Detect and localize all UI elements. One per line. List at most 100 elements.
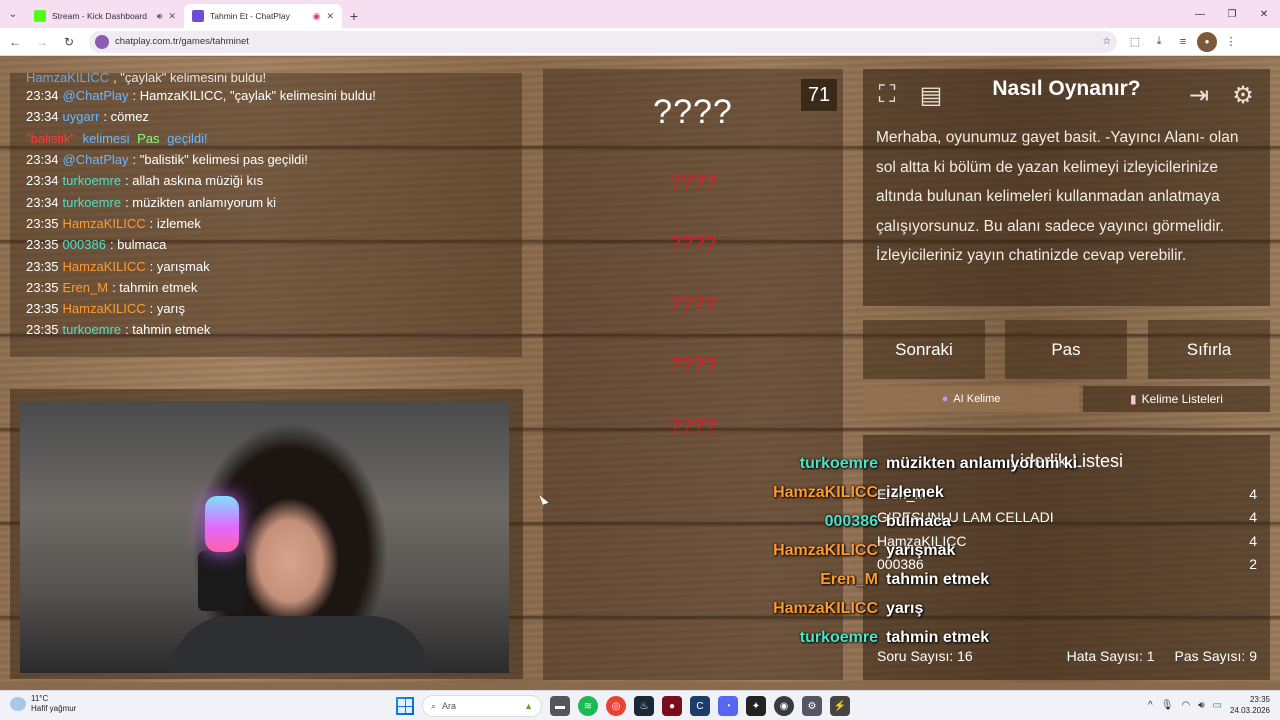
game-page: HamzaKILICC , "çaylak" kelimesini buldu! 2… bbox=[0, 57, 1280, 682]
chat-message: 23:35 Eren_M: tahmin etmek bbox=[26, 277, 506, 298]
chat-username[interactable]: @ChatPlay bbox=[63, 88, 129, 103]
close-tab-icon[interactable]: ✕ bbox=[168, 11, 176, 22]
taskbar-clock[interactable]: 23:35 24.03.2026 bbox=[1230, 694, 1270, 716]
close-window-icon[interactable]: ✕ bbox=[1248, 0, 1280, 28]
webcam-person-shirt bbox=[170, 616, 430, 673]
tab-kick-dashboard[interactable]: Stream - Kick Dashboard 🔊︎ ✕ bbox=[26, 4, 184, 28]
app-dark-icon[interactable]: ✦ bbox=[746, 696, 766, 716]
battery-icon[interactable]: ▭ bbox=[1213, 700, 1222, 711]
word-lists-label: Kelime Listeleri bbox=[1141, 392, 1223, 406]
pass-button[interactable]: Pas bbox=[1005, 320, 1127, 379]
steam-icon[interactable]: ♨ bbox=[634, 696, 654, 716]
taboo-word: ???? bbox=[669, 171, 717, 194]
chat-text: : izlemek bbox=[149, 215, 201, 231]
app-c-icon[interactable]: C bbox=[690, 696, 710, 716]
extensions-icon[interactable]: ⬚ bbox=[1125, 32, 1145, 52]
chat-username[interactable]: uygarr bbox=[63, 109, 100, 124]
chrome-icon[interactable]: ◎ bbox=[606, 696, 626, 716]
word-lists-button[interactable]: ▮ Kelime Listeleri bbox=[1083, 386, 1270, 412]
player-score: 4 bbox=[1249, 486, 1257, 502]
tray-chevron-icon[interactable]: ^ bbox=[1148, 700, 1153, 711]
chat-text: : tahmin etmek bbox=[125, 322, 211, 338]
chat-username[interactable]: HamzaKILICC bbox=[63, 301, 146, 316]
chat-username[interactable]: turkoemre bbox=[63, 195, 122, 210]
weather-widget[interactable]: 11°C Hafif yağmur bbox=[10, 694, 76, 714]
recorder-icon[interactable]: ● bbox=[662, 696, 682, 716]
reload-icon[interactable]: ↻ bbox=[57, 30, 81, 54]
minimize-icon[interactable]: — bbox=[1184, 0, 1216, 28]
site-info-icon[interactable] bbox=[95, 34, 109, 49]
ai-word-button[interactable]: ● AI Kelime bbox=[863, 386, 1079, 412]
question-count: Soru Sayısı: 16 bbox=[877, 648, 973, 664]
speaker-icon[interactable]: 🔊︎ bbox=[157, 11, 163, 22]
chat-timestamp: 23:34 bbox=[26, 109, 59, 125]
chat-text: , "çaylak" kelimesini buldu! bbox=[113, 73, 267, 85]
chat-timestamp: 23:35 bbox=[26, 301, 59, 317]
chat-timestamp: 23:34 bbox=[26, 152, 59, 168]
spotify-icon[interactable]: ≋ bbox=[578, 696, 598, 716]
app-misc-icon[interactable]: ⚡ bbox=[830, 696, 850, 716]
chat-text: geçildi! bbox=[163, 130, 208, 146]
chat-message: 23:34 @ChatPlay: "balistik" kelimesi pas … bbox=[26, 149, 506, 170]
maximize-icon[interactable]: ❐ bbox=[1216, 0, 1248, 28]
taboo-word: ???? bbox=[669, 415, 717, 438]
weather-temp: 11°C bbox=[31, 694, 49, 703]
profile-avatar[interactable]: ● bbox=[1197, 31, 1217, 52]
app-gear-icon[interactable]: ⚙ bbox=[802, 696, 822, 716]
weather-desc: Hafif yağmur bbox=[31, 704, 77, 713]
player-score: 4 bbox=[1249, 533, 1257, 549]
search-icon: ⌕ bbox=[431, 700, 437, 711]
chat-username[interactable]: @ChatPlay bbox=[63, 152, 129, 167]
chat-text: : tahmin etmek bbox=[112, 279, 198, 295]
chat-username[interactable]: HamzaKILICC bbox=[26, 73, 109, 85]
chat-username[interactable]: 000386 bbox=[63, 237, 106, 252]
chat-username[interactable]: Eren_M bbox=[63, 280, 109, 295]
taskbar-search[interactable]: ⌕ Ara ▲ bbox=[422, 695, 542, 717]
tab-chatplay[interactable]: Tahmin Et - ChatPlay ◉ ✕ bbox=[184, 4, 342, 28]
windows-taskbar: 11°C Hafif yağmur ⌕ Ara ▲ ▬ ≋ ◎ ♨ ● C ◔ … bbox=[0, 690, 1280, 720]
close-tab-icon[interactable]: ✕ bbox=[326, 11, 334, 22]
browser-tab-strip: ⌄ Stream - Kick Dashboard 🔊︎ ✕ Tahmin Et… bbox=[0, 0, 1280, 28]
chat-username[interactable]: turkoemre bbox=[63, 322, 122, 337]
chat-text: : yarış bbox=[149, 301, 186, 317]
next-button[interactable]: Sonraki bbox=[863, 320, 985, 379]
wifi-icon[interactable]: ◠ bbox=[1181, 700, 1190, 711]
chat-panel[interactable]: HamzaKILICC , "çaylak" kelimesini buldu! 2… bbox=[10, 73, 522, 357]
volume-icon[interactable]: 🔊︎ bbox=[1198, 700, 1204, 711]
url-text[interactable]: chatplay.com.tr/games/tahminet bbox=[115, 36, 1096, 47]
document-icon: ▮ bbox=[1130, 392, 1137, 406]
webcam-rgb-light bbox=[205, 496, 239, 552]
chat-text: : allah askına müziği kıs bbox=[125, 173, 264, 189]
chat-username[interactable]: "balistik" bbox=[26, 131, 75, 146]
tab-search-chevron-icon[interactable]: ⌄ bbox=[0, 0, 26, 28]
forward-arrow-icon[interactable]: → bbox=[30, 30, 54, 54]
ai-word-label: AI Kelime bbox=[953, 393, 1001, 405]
pass-count: Pas Sayısı: 9 bbox=[1174, 648, 1257, 664]
gear-icon[interactable]: ⚙ bbox=[1227, 79, 1259, 111]
taskbar-search-label: Ara bbox=[442, 701, 457, 711]
bookmark-star-icon[interactable]: ☆ bbox=[1102, 36, 1111, 47]
media-controls-icon[interactable]: ≡ bbox=[1173, 32, 1193, 52]
chat-text: : yarışmak bbox=[149, 258, 210, 274]
chat-username[interactable]: HamzaKILICC bbox=[63, 259, 146, 274]
back-arrow-icon[interactable]: ← bbox=[3, 30, 27, 54]
overlay-chat-message: HamzaKILICC izlemek bbox=[700, 484, 1100, 502]
overlay-message: tahmin etmek bbox=[886, 629, 990, 646]
taboo-word: ???? bbox=[669, 354, 717, 377]
url-field[interactable]: chatplay.com.tr/games/tahminet ☆ bbox=[89, 30, 1117, 53]
menu-dots-icon[interactable]: ⋮ bbox=[1221, 32, 1241, 52]
mic-icon[interactable]: 🎙︎ bbox=[1161, 700, 1174, 711]
overlay-message: yarışmak bbox=[886, 542, 956, 559]
file-explorer-icon[interactable]: ▬ bbox=[550, 696, 570, 716]
reset-button[interactable]: Sıfırla bbox=[1148, 320, 1270, 379]
chat-username[interactable]: turkoemre bbox=[63, 173, 122, 188]
chat-message: 23:34 turkoemre: müzikten anlamıyorum ki bbox=[26, 191, 506, 212]
new-tab-button[interactable]: + bbox=[342, 4, 366, 28]
logout-icon[interactable]: ⇥ bbox=[1183, 79, 1215, 111]
how-to-play-panel: ⛶ ▤ Nasıl Oynanır? ⇥ ⚙ Merhaba, oyunumuz… bbox=[863, 69, 1270, 306]
obs-icon[interactable]: ◉ bbox=[774, 696, 794, 716]
download-icon[interactable]: ⤓ bbox=[1149, 32, 1169, 52]
chat-username[interactable]: HamzaKILICC bbox=[63, 216, 146, 231]
start-windows-icon[interactable] bbox=[396, 697, 414, 715]
discord-icon[interactable]: ◔ bbox=[718, 696, 738, 716]
